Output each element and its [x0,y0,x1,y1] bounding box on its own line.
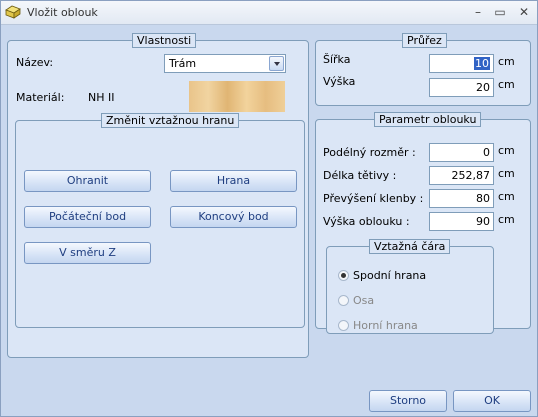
maximize-button[interactable]: ▭ [491,4,509,20]
ok-button[interactable]: OK [453,390,531,412]
horni-hrana-label[interactable]: Horní hrana [353,319,418,332]
beam-icon [5,5,21,19]
dialog-window: Vložit oblouk – ▭ ✕ Vlastnosti Název: Tr… [0,0,538,417]
title-bar: Vložit oblouk – ▭ ✕ [1,1,537,25]
podelny-rozmer-input[interactable]: 0 [429,143,494,162]
sirka-value: 10 [474,57,490,70]
delka-tetivy-unit: cm [498,167,515,180]
delka-tetivy-label: Délka tětivy : [323,169,397,182]
group-title-parametr: Parametr oblouku [374,112,482,127]
prevyseni-klenby-unit: cm [498,190,515,203]
close-button[interactable]: ✕ [515,4,533,20]
radio-horni-hrana[interactable] [338,320,349,331]
nazev-value: Trám [169,57,197,70]
vyska-oblouku-input[interactable]: 90 [429,212,494,231]
prevyseni-klenby-label: Převýšení klenby : [323,192,424,205]
sirka-input[interactable]: 10 [429,54,494,73]
minimize-button[interactable]: – [469,4,487,20]
pocatecni-bod-button[interactable]: Počáteční bod [24,206,151,228]
group-title-prurez: Průřez [402,33,447,48]
material-value: NH II [88,91,115,104]
material-label: Materiál: [16,91,65,104]
podelny-rozmer-unit: cm [498,144,515,157]
group-vztazna-cara: Vztažná čára Spodní hrana Osa Horní hran… [326,239,494,334]
vyska-input[interactable]: 20 [429,78,494,97]
group-title-vztazna: Vztažná čára [369,239,451,254]
group-vlastnosti: Vlastnosti Název: Trám Materiál: NH II Z… [7,33,309,358]
spodni-hrana-label[interactable]: Spodní hrana [353,269,426,282]
v-smeru-z-button[interactable]: V směru Z [24,242,151,264]
group-prurez: Průřez Šířka 10 cm Výška 20 cm [315,33,531,106]
vyska-label: Výška [323,75,356,88]
ohranit-button[interactable]: Ohranit [24,170,151,192]
wood-texture-image [189,81,285,112]
koncovy-bod-button[interactable]: Koncový bod [170,206,297,228]
radio-osa[interactable] [338,295,349,306]
hrana-button[interactable]: Hrana [170,170,297,192]
vyska-oblouku-unit: cm [498,213,515,226]
group-title-vlastnosti: Vlastnosti [132,33,197,48]
sirka-unit: cm [498,55,515,68]
window-title: Vložit oblouk [27,6,98,19]
delka-tetivy-input[interactable]: 252,87 [429,166,494,185]
vyska-unit: cm [498,78,515,91]
storno-button[interactable]: Storno [369,390,447,412]
podelny-rozmer-label: Podélný rozměr : [323,146,416,159]
chevron-down-icon[interactable] [269,56,284,71]
dialog-client: Vlastnosti Název: Trám Materiál: NH II Z… [4,26,534,415]
radio-spodni-hrana[interactable] [338,270,349,281]
sirka-label: Šířka [323,53,351,66]
vyska-oblouku-label: Výška oblouku : [323,215,410,228]
group-parametr-oblouku: Parametr oblouku Podélný rozměr : 0 cm D… [315,112,531,334]
nazev-select[interactable]: Trám [164,54,286,73]
group-zmenit-hranu: Změnit vztažnou hranu Ohranit Hrana Počá… [15,113,305,328]
prevyseni-klenby-input[interactable]: 80 [429,189,494,208]
group-title-zmenit: Změnit vztažnou hranu [101,113,240,128]
nazev-label: Název: [16,56,54,69]
osa-label[interactable]: Osa [353,294,374,307]
